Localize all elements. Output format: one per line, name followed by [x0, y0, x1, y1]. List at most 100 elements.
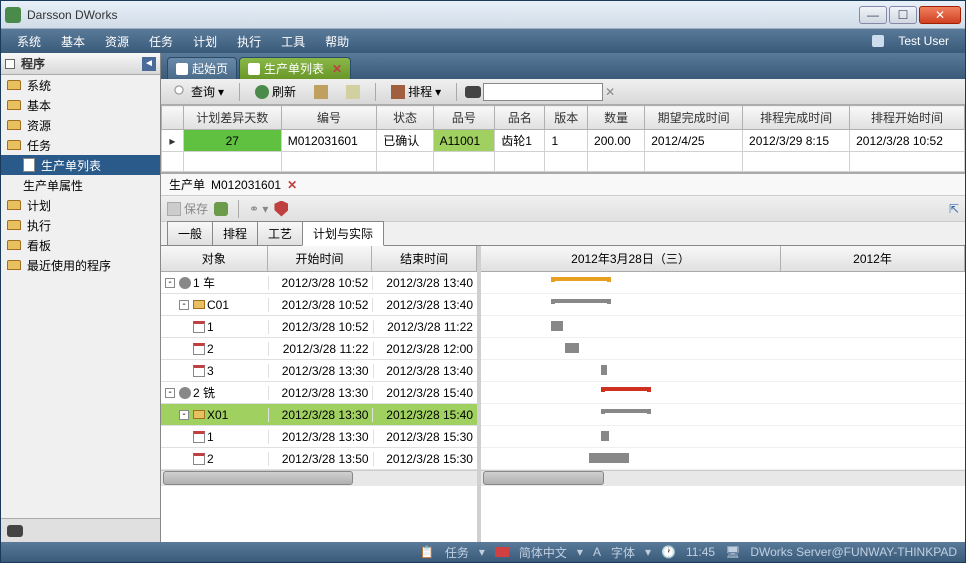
gantt-bar[interactable]	[601, 365, 607, 375]
binoculars-icon[interactable]	[7, 525, 23, 537]
detail-close-button[interactable]: ✕	[287, 178, 297, 192]
expand-toggle[interactable]: -	[165, 278, 175, 288]
schedule-tree-grid[interactable]: 对象 开始时间 结束时间 - 1 车2012/3/28 10:522012/3/…	[161, 246, 481, 542]
clear-search-button[interactable]: ✕	[605, 85, 615, 99]
gantt-bar[interactable]	[601, 387, 651, 392]
status-lang[interactable]: 简体中文	[519, 544, 567, 561]
tree-node-资源[interactable]: 资源	[1, 115, 160, 135]
col-header[interactable]: 状态	[377, 106, 433, 130]
refresh-button[interactable]: 刷新	[248, 80, 303, 103]
expand-toggle[interactable]: -	[179, 300, 189, 310]
folder-icon	[7, 140, 21, 150]
gantt-row	[481, 360, 965, 382]
menu-basic[interactable]: 基本	[51, 33, 95, 50]
tree-node-生产单列表[interactable]: 生产单列表	[1, 155, 160, 175]
subtab-排程[interactable]: 排程	[212, 221, 258, 246]
schedule-row[interactable]: - C012012/3/28 10:522012/3/28 13:40	[161, 294, 477, 316]
search-icon	[174, 85, 188, 99]
hscroll-gantt[interactable]	[481, 470, 965, 486]
subtab-一般[interactable]: 一般	[167, 221, 213, 246]
menu-execute[interactable]: 执行	[227, 33, 271, 50]
titlebar: Darsson DWorks — ☐ ✕	[1, 1, 965, 29]
schedule-row[interactable]: 12012/3/28 10:522012/3/28 11:22	[161, 316, 477, 338]
col-header[interactable]: 编号	[281, 106, 377, 130]
status-font[interactable]: 字体	[611, 544, 635, 561]
popout-button[interactable]: ⇱	[949, 202, 959, 216]
doc-icon	[23, 158, 35, 172]
statusbar: 📋 任务 ▾ 简体中文 ▾ A 字体 ▾ 🕐 11:45 🖥 DWorks Se…	[1, 542, 965, 562]
menu-tools[interactable]: 工具	[271, 33, 315, 50]
close-button[interactable]: ✕	[919, 6, 961, 24]
tree-node-计划[interactable]: 计划	[1, 195, 160, 215]
schedule-row[interactable]: 22012/3/28 13:502012/3/28 15:30	[161, 448, 477, 470]
gantt-bar[interactable]	[589, 453, 629, 463]
tree-node-任务[interactable]: 任务	[1, 135, 160, 155]
clock-icon: 🕐	[661, 545, 676, 559]
subtab-工艺[interactable]: 工艺	[257, 221, 303, 246]
col-header[interactable]: 数量	[588, 106, 645, 130]
tree-node-看板[interactable]: 看板	[1, 235, 160, 255]
gantt-row	[481, 448, 965, 470]
sidebar-collapse-button[interactable]: ◄	[142, 57, 156, 71]
shield-icon[interactable]	[274, 201, 288, 217]
tree-node-执行[interactable]: 执行	[1, 215, 160, 235]
pencil-icon	[346, 85, 360, 99]
col-header[interactable]: 排程开始时间	[850, 106, 965, 130]
toolbar-search-input[interactable]	[483, 83, 603, 101]
tree-node-生产单属性[interactable]: 生产单属性	[1, 175, 160, 195]
gantt-chart[interactable]: 2012年3月28日（三） 2012年	[481, 246, 965, 542]
tab-起始页[interactable]: 起始页	[167, 57, 237, 79]
maximize-button[interactable]: ☐	[889, 6, 917, 24]
gantt-bar[interactable]	[551, 321, 563, 331]
col-header[interactable]: 排程完成时间	[743, 106, 850, 130]
menu-resource[interactable]: 资源	[95, 33, 139, 50]
schedule-row[interactable]: - X012012/3/28 13:302012/3/28 15:40	[161, 404, 477, 426]
menu-task[interactable]: 任务	[139, 33, 183, 50]
col-header[interactable]: 计划差异天数	[183, 106, 281, 130]
schedule-row[interactable]: 32012/3/28 13:302012/3/28 13:40	[161, 360, 477, 382]
menu-plan[interactable]: 计划	[183, 33, 227, 50]
col-header[interactable]: 品名	[495, 106, 545, 130]
col-header[interactable]	[162, 106, 184, 130]
gantt-bar[interactable]	[601, 409, 651, 414]
user-name: Test User	[888, 34, 959, 48]
gantt-bar[interactable]	[551, 299, 611, 304]
detail-link-button[interactable]: ⚭ ▾	[249, 202, 268, 216]
menu-system[interactable]: 系统	[7, 33, 51, 50]
status-task[interactable]: 任务	[445, 544, 469, 561]
schedule-button[interactable]: 排程 ▾	[384, 80, 448, 103]
hscroll-left[interactable]	[161, 470, 477, 486]
schedule-row[interactable]: 22012/3/28 11:222012/3/28 12:00	[161, 338, 477, 360]
gantt-bar[interactable]	[565, 343, 579, 353]
col-header[interactable]: 期望完成时间	[645, 106, 743, 130]
tab-生产单列表[interactable]: 生产单列表✕	[239, 57, 351, 79]
schedule-row[interactable]: 12012/3/28 13:302012/3/28 15:30	[161, 426, 477, 448]
gantt-row	[481, 404, 965, 426]
col-header[interactable]: 品号	[433, 106, 495, 130]
tree-node-最近使用的程序[interactable]: 最近使用的程序	[1, 255, 160, 275]
expand-toggle[interactable]: -	[165, 388, 175, 398]
save-button[interactable]: 保存	[167, 200, 208, 217]
gantt-bar[interactable]	[601, 431, 609, 441]
search-button[interactable]: 查询 ▾	[167, 80, 231, 103]
toolbar-action1[interactable]	[307, 82, 335, 102]
status-server: DWorks Server@FUNWAY-THINKPAD	[750, 545, 957, 559]
minimize-button[interactable]: —	[859, 6, 887, 24]
detail-action1[interactable]	[214, 202, 228, 216]
schedule-icon	[391, 85, 405, 99]
subtab-计划与实际[interactable]: 计划与实际	[302, 221, 384, 246]
tree-node-基本[interactable]: 基本	[1, 95, 160, 115]
schedule-tree-header: 对象 开始时间 结束时间	[161, 246, 477, 272]
tab-close[interactable]: ✕	[332, 62, 342, 76]
expand-toggle[interactable]: -	[179, 410, 189, 420]
tree-node-系统[interactable]: 系统	[1, 75, 160, 95]
menu-help[interactable]: 帮助	[315, 33, 359, 50]
schedule-row[interactable]: - 1 车2012/3/28 10:522012/3/28 13:40	[161, 272, 477, 294]
user-indicator[interactable]: Test User	[872, 34, 959, 48]
table-row[interactable]: ▸27M012031601已确认A11001齿轮11200.002012/4/2…	[162, 130, 965, 152]
flag-icon	[495, 547, 509, 557]
gantt-bar[interactable]	[551, 277, 611, 282]
toolbar-action2[interactable]	[339, 82, 367, 102]
col-header[interactable]: 版本	[545, 106, 588, 130]
schedule-row[interactable]: - 2 铣2012/3/28 13:302012/3/28 15:40	[161, 382, 477, 404]
